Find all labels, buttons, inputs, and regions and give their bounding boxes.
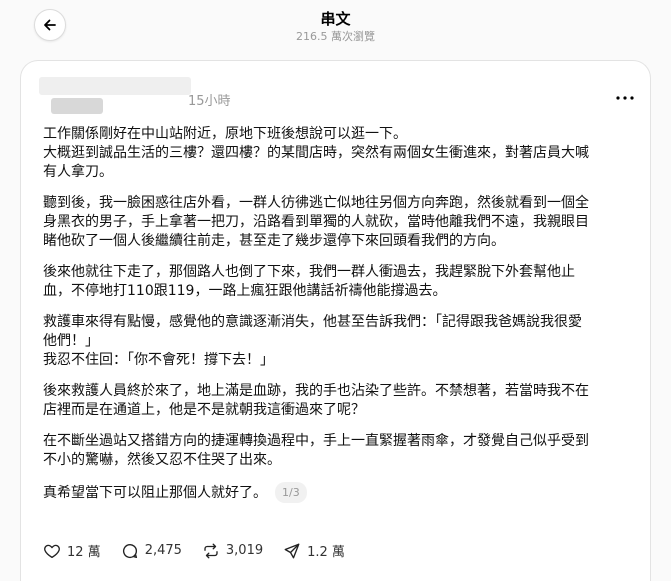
top-bar: 串文 216.5 萬次瀏覽 — [0, 0, 671, 50]
repost-icon — [204, 543, 218, 558]
post-paragraph: 聽到後，我一臉困惑往店外看，一群人彷彿逃亡似地往另個方向奔跑，然後就看到一個全 … — [43, 195, 589, 249]
repost-count: 3,019 — [225, 543, 264, 558]
post-paragraph: 工作關係剛好在中山站附近，原地下班後想說可以逛一下。 大概逛到誠品生活的三樓？還… — [43, 126, 589, 180]
more-options-button[interactable] — [613, 91, 637, 105]
repost-button[interactable]: 3,019 — [202, 542, 263, 560]
comment-button[interactable]: 2,475 — [121, 542, 182, 560]
comment-icon — [122, 543, 137, 558]
more-icon — [616, 96, 634, 100]
action-bar: 12 萬 2,475 3,019 1.2 萬 — [43, 541, 365, 560]
share-icon — [284, 543, 300, 558]
share-count: 1.2 萬 — [307, 545, 345, 560]
like-count: 12 萬 — [67, 545, 101, 560]
post-paragraph: 救護車來得有點慢，感覺他的意識逐漸消失，他甚至告訴我們：「記得跟我爸媽說我很愛 … — [43, 314, 582, 368]
post-paragraph: 在不斷坐過站又搭錯方向的捷運轉換過程中，手上一直緊握著雨傘，才發覺自己似乎受到 … — [43, 433, 589, 468]
post-time: 15小時 — [188, 94, 231, 109]
heart-icon — [44, 544, 60, 558]
share-button[interactable]: 1.2 萬 — [283, 541, 345, 560]
post-body: 工作關係剛好在中山站附近，原地下班後想說可以逛一下。 大概逛到誠品生活的三樓？還… — [43, 125, 643, 515]
post-paragraph: 後來他就往下走了，那個路人也倒了下來，我們一群人衝過去，我趕緊脫下外套幫他止 血… — [43, 264, 575, 299]
comment-count: 2,475 — [144, 543, 182, 558]
page-title: 串文 — [320, 10, 351, 28]
blurred-username — [39, 77, 191, 95]
view-count: 216.5 萬次瀏覽 — [296, 30, 375, 43]
like-button[interactable]: 12 萬 — [43, 541, 101, 560]
post-paragraph: 後來救護人員終於來了，地上滿是血跡，我的手也沾染了些許。不禁想著，若當時我不在 … — [43, 383, 589, 418]
post-paragraph-last: 真希望當下可以阻止那個人就好了。 1/3 — [43, 482, 643, 503]
post-card: 15小時 工作關係剛好在中山站附近，原地下班後想說可以逛一下。 大概逛到誠品生活… — [20, 60, 651, 581]
blurred-avatar[interactable] — [51, 98, 103, 114]
page-indicator[interactable]: 1/3 — [275, 482, 307, 503]
